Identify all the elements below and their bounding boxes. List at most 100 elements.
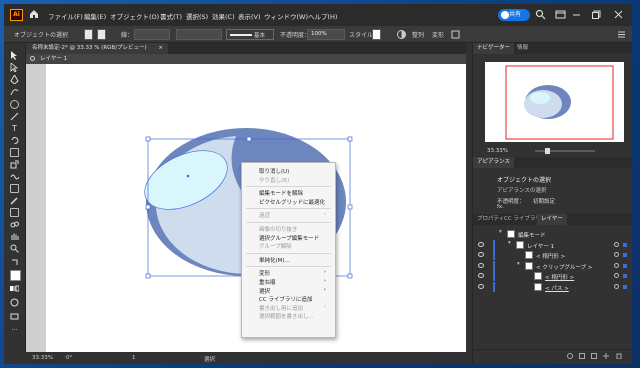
tab-navigator[interactable]: ナビゲーター <box>473 43 515 54</box>
new-layer-icon[interactable] <box>603 353 609 359</box>
selection-indicator[interactable] <box>623 263 627 268</box>
minimize-icon[interactable] <box>571 9 582 20</box>
appearance-opacity-value[interactable]: 初期設定 <box>533 197 555 205</box>
home-icon[interactable] <box>28 8 40 20</box>
isolate-icon[interactable] <box>450 29 461 40</box>
context-menu-item[interactable]: 変形 › <box>259 269 331 277</box>
tab-info[interactable]: 情報 <box>513 43 532 54</box>
layer-row[interactable]: ▾ < クリップグループ > <box>473 260 632 271</box>
color-mode-icon[interactable] <box>10 284 20 293</box>
artboard-number[interactable]: 1 <box>132 355 136 361</box>
target-icon[interactable] <box>614 283 619 289</box>
make-clip-mask-icon[interactable] <box>579 353 585 359</box>
new-sublayer-icon[interactable] <box>591 353 597 359</box>
selection-indicator[interactable] <box>623 274 627 278</box>
menu-view[interactable]: 表示(V) <box>238 11 261 21</box>
menu-help[interactable]: ヘルプ(H) <box>308 11 337 21</box>
panel-menu-icon[interactable] <box>616 29 627 40</box>
document-tab[interactable]: 名称未設定-2* @ 33.33 % (RGB/プレビュー) × <box>26 43 168 54</box>
opacity-field[interactable]: 100% <box>307 29 345 40</box>
context-menu-item[interactable]: 編集モードを解除 <box>259 189 331 197</box>
menu-select[interactable]: 選択(S) <box>186 11 208 21</box>
layer-name[interactable]: < 楕円形 > <box>545 273 574 281</box>
eyedropper-tool-icon[interactable] <box>10 196 19 205</box>
draw-mode-icon[interactable] <box>10 298 19 307</box>
blend-tool-icon[interactable] <box>10 220 19 229</box>
navigator-zoom-slider[interactable] <box>535 148 595 154</box>
swap-colors-icon[interactable] <box>10 258 19 267</box>
context-menu-item[interactable]: ピクセルグリッドに最適化 <box>259 198 331 206</box>
selection-tool-icon[interactable] <box>10 51 19 60</box>
context-menu-item[interactable]: 取り消し(U) <box>259 167 331 175</box>
fill-color-icon[interactable] <box>10 270 21 281</box>
ellipse-tool-icon[interactable] <box>10 100 19 109</box>
selection-indicator[interactable] <box>623 253 627 257</box>
align-label[interactable]: 整列 <box>412 30 424 39</box>
navigator-preview[interactable] <box>485 62 624 142</box>
locate-object-icon[interactable] <box>567 353 573 359</box>
layer-name[interactable]: < パス > <box>545 284 569 292</box>
layer-name[interactable]: レイヤー 1 <box>527 242 554 250</box>
expand-toggle-icon[interactable]: ▾ <box>517 261 520 267</box>
curvature-tool-icon[interactable] <box>10 87 19 96</box>
stroke-weight-field[interactable] <box>134 29 170 40</box>
layer-row[interactable]: < パス > <box>473 281 632 292</box>
target-icon[interactable] <box>614 262 619 268</box>
selection-indicator[interactable] <box>623 242 627 247</box>
selection-indicator[interactable] <box>623 284 627 289</box>
menu-type[interactable]: 書式(T) <box>160 11 182 21</box>
menu-file[interactable]: ファイル(F) <box>48 11 83 21</box>
layer-row[interactable]: < 楕円形 > <box>473 250 632 260</box>
edit-toolbar-icon[interactable]: ··· <box>10 326 19 335</box>
screen-mode-icon[interactable] <box>10 312 19 321</box>
expand-toggle-icon[interactable]: ▾ <box>508 240 511 246</box>
share-button[interactable]: 共有 <box>498 9 530 21</box>
breadcrumb-layer[interactable]: レイヤー 1 <box>40 56 67 62</box>
menu-window[interactable]: ウィンドウ(W) <box>264 11 308 21</box>
visibility-eye-icon[interactable] <box>478 241 484 247</box>
zoom-level[interactable]: 33.33% <box>32 355 53 361</box>
layer-name[interactable]: 編集モード <box>518 231 546 239</box>
target-icon[interactable] <box>614 252 619 257</box>
context-menu-item[interactable]: 選択グループ編集モード <box>259 234 331 242</box>
tab-layers[interactable]: レイヤー <box>537 214 567 225</box>
rotate-tool-icon[interactable] <box>10 136 19 145</box>
pen-tool-icon[interactable] <box>10 74 19 85</box>
visibility-eye-icon[interactable] <box>478 273 484 278</box>
zoom-tool-icon[interactable] <box>10 244 19 253</box>
context-menu-item[interactable]: 選択 › <box>259 287 331 295</box>
back-icon[interactable] <box>30 56 35 61</box>
variable-width-field[interactable] <box>176 29 222 40</box>
gradient-tool-icon[interactable] <box>10 208 19 217</box>
hand-tool-icon[interactable] <box>10 232 19 241</box>
menu-effect[interactable]: 効果(C) <box>212 11 235 21</box>
scale-tool-icon[interactable] <box>10 160 19 169</box>
layer-name[interactable]: < クリップグループ > <box>536 263 592 271</box>
visibility-eye-icon[interactable] <box>478 262 484 268</box>
target-icon[interactable] <box>614 241 619 247</box>
context-menu-item[interactable]: 重ね順 › <box>259 278 331 286</box>
tab-close-icon[interactable]: × <box>158 43 163 54</box>
context-menu-item[interactable]: 単純化(M)... <box>259 256 331 264</box>
target-icon[interactable] <box>614 273 619 278</box>
fill-swatch[interactable] <box>84 29 93 40</box>
search-icon[interactable] <box>535 9 546 20</box>
type-tool-icon[interactable]: T <box>10 124 19 133</box>
eraser-tool-icon[interactable] <box>10 148 19 157</box>
zoom-slider-thumb[interactable] <box>545 148 550 154</box>
delete-layer-icon[interactable] <box>616 353 622 359</box>
visibility-eye-icon[interactable] <box>478 252 484 257</box>
style-swatch[interactable] <box>372 29 381 40</box>
warp-tool-icon[interactable] <box>10 172 20 181</box>
tab-appearance[interactable]: アピアランス <box>473 157 514 168</box>
shape-builder-tool-icon[interactable] <box>10 184 19 193</box>
rotation-value[interactable]: 0° <box>66 355 72 361</box>
fx-button[interactable]: fx. <box>497 204 504 210</box>
workspace-icon[interactable] <box>555 9 566 20</box>
stroke-swatch[interactable] <box>97 29 106 40</box>
stroke-style-select[interactable]: 基本 <box>226 29 274 40</box>
direct-select-tool-icon[interactable] <box>10 62 19 73</box>
navigator-zoom[interactable]: 33.33% <box>487 148 508 154</box>
layer-row[interactable]: ▾ レイヤー 1 <box>473 239 632 250</box>
close-icon[interactable] <box>613 9 624 20</box>
